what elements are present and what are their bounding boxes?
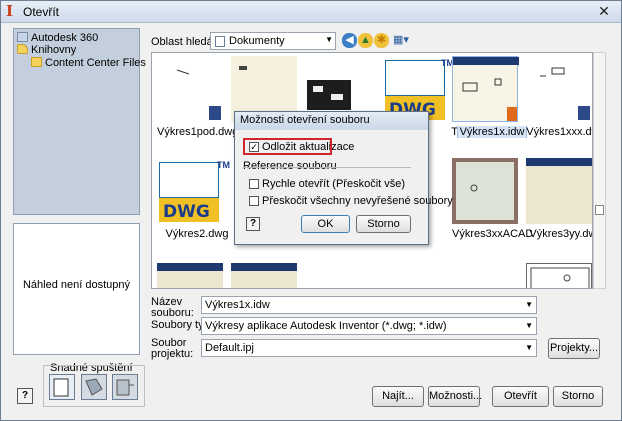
frame-drawing-thumbnail-icon: [530, 267, 590, 288]
preview-unavailable-text: Náhled není dostupný: [22, 279, 131, 291]
folder-icon: [31, 57, 42, 67]
tree-item-label: Autodesk 360: [31, 32, 99, 44]
file-thumbnail: [452, 56, 519, 122]
file-name: Výkres2.dwg: [165, 228, 229, 240]
tree-item-label: Content Center Files: [45, 57, 146, 69]
skip-unresolved-checkbox[interactable]: [249, 196, 259, 206]
chevron-down-icon: ▼: [525, 321, 533, 330]
location-combobox[interactable]: Dokumenty ▼: [210, 32, 336, 50]
documents-icon: [215, 36, 225, 47]
tree-item-label: Knihovny: [31, 44, 77, 56]
project-value: Default.ipj: [205, 342, 254, 354]
file-tile[interactable]: [526, 263, 592, 288]
file-tile[interactable]: [231, 263, 305, 288]
file-tile[interactable]: DWG TM Výkres2.dwg: [157, 158, 231, 244]
tree-item-libraries[interactable]: Knihovny: [17, 44, 76, 57]
file-tile[interactable]: Výkres3yy.dwg: [526, 158, 592, 244]
project-combobox[interactable]: Default.ipj ▼: [201, 339, 537, 357]
back-icon[interactable]: ◀: [342, 33, 357, 48]
file-name: Výkres1pod.dwg: [157, 126, 237, 138]
autodesk-360-icon: [17, 32, 28, 42]
filetype-combobox[interactable]: Výkresy aplikace Autodesk Inventor (*.dw…: [201, 317, 537, 335]
file-tile-selected[interactable]: Výkres1x.idw: [452, 56, 528, 142]
file-name: Výkres1x.idw: [456, 126, 528, 138]
quick-open-checkbox[interactable]: [249, 179, 259, 189]
view-menu-icon[interactable]: ▦▾: [390, 33, 412, 48]
sketch-thumbnail-icon: [176, 69, 221, 120]
chevron-down-icon: ▼: [525, 300, 533, 309]
location-tree: Autodesk 360 Knihovny Content Center Fil…: [13, 28, 146, 215]
sketch-thumbnail-icon: [540, 67, 590, 120]
location-value: Dokumenty: [229, 35, 285, 47]
idw-drawing-thumbnail-icon: [462, 78, 517, 121]
library-icon: [17, 44, 28, 54]
options-cancel-button[interactable]: Storno: [356, 215, 411, 233]
up-folder-icon[interactable]: ▲: [358, 33, 373, 48]
tree-item-content-center-files[interactable]: Content Center Files: [31, 57, 146, 70]
scrollbar-thumb[interactable]: [595, 205, 604, 215]
filetype-value: Výkresy aplikace Autodesk Inventor (*.dw…: [205, 320, 447, 332]
file-thumbnail: [157, 56, 223, 122]
new-file-icon[interactable]: [49, 374, 75, 400]
highlight-box: [243, 138, 332, 155]
open-file-icon[interactable]: [81, 374, 107, 400]
filename-label: Název souboru:: [151, 296, 194, 319]
open-button[interactable]: Otevřít: [492, 386, 549, 407]
project-label: Soubor projektu:: [151, 337, 194, 360]
skip-unresolved-label: Přeskočit všechny nevyřešené soubory: [262, 195, 453, 207]
quick-open-label: Rychle otevřít (Přeskočit vše): [262, 178, 406, 190]
file-tile[interactable]: Výkres3xxACAD_...: [452, 158, 532, 244]
file-thumbnail: [452, 158, 518, 224]
title-bar: I Otevřít ✕: [1, 1, 621, 23]
new-folder-icon[interactable]: ✱: [374, 33, 389, 48]
options-button[interactable]: Možnosti...: [428, 386, 482, 407]
options-dialog-titlebar: Možnosti otevření souboru: [235, 112, 428, 130]
options-ok-button[interactable]: OK: [301, 215, 350, 233]
cancel-button[interactable]: Storno: [553, 386, 603, 407]
preview-pane: Náhled není dostupný: [13, 223, 140, 355]
projects-button[interactable]: Projekty...: [548, 338, 600, 359]
file-name: Výkres3yy.dwg: [529, 228, 592, 240]
filename-combobox[interactable]: Výkres1x.idw ▼: [201, 296, 537, 314]
options-help-icon[interactable]: ?: [246, 217, 260, 231]
options-dialog-title: Možnosti otevření souboru: [240, 114, 370, 126]
file-references-heading: Reference souboru: [243, 160, 337, 172]
dwg-file-icon: DWG: [159, 162, 219, 222]
section-divider: [243, 167, 411, 168]
file-tile[interactable]: [157, 263, 231, 288]
file-tile[interactable]: Výkres1pod.dwg: [157, 56, 237, 142]
file-list-scrollbar[interactable]: [593, 52, 606, 289]
chevron-down-icon: ▼: [525, 343, 533, 352]
file-name: Výkres3xxACAD_...: [452, 228, 532, 240]
help-icon[interactable]: ?: [17, 388, 33, 404]
chevron-down-icon: ▼: [325, 35, 333, 44]
filename-value: Výkres1x.idw: [205, 299, 270, 311]
close-icon[interactable]: ✕: [595, 3, 613, 20]
acad-drawing-thumbnail-icon: [470, 184, 478, 192]
file-thumbnail: [526, 158, 592, 224]
open-sample-icon[interactable]: [112, 374, 138, 400]
file-thumbnail: [526, 56, 592, 122]
inventor-app-icon: I: [6, 2, 14, 20]
file-name: Výkres1xxx.dwg: [526, 126, 592, 138]
window-title: Otevřít: [23, 5, 60, 19]
find-button[interactable]: Najít...: [372, 386, 424, 407]
file-tile[interactable]: Výkres1xxx.dwg: [526, 56, 592, 142]
